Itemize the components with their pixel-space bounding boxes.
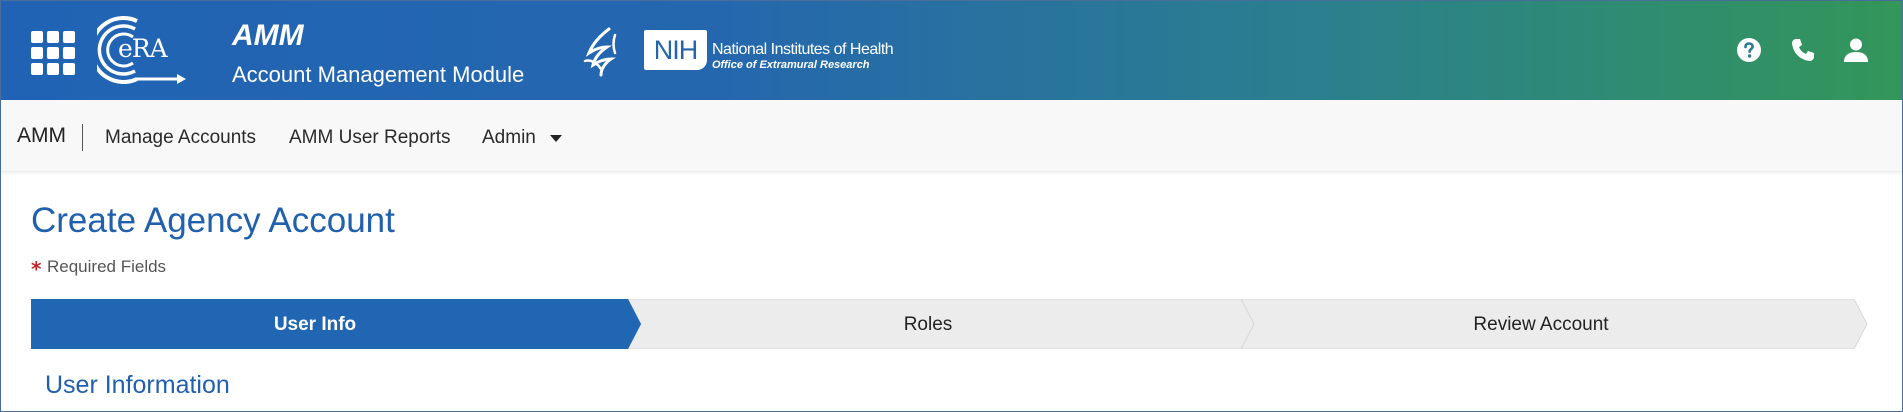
help-icon[interactable] bbox=[1736, 37, 1762, 63]
nih-name: National Institutes of Health bbox=[712, 41, 894, 58]
apps-grid-icon[interactable] bbox=[31, 31, 75, 75]
nav-item-admin[interactable]: Admin bbox=[482, 127, 536, 149]
step-roles[interactable]: Roles bbox=[904, 314, 953, 336]
nih-logo: NIH bbox=[644, 30, 707, 70]
phone-icon[interactable] bbox=[1790, 37, 1816, 63]
step-review-account[interactable]: Review Account bbox=[1473, 314, 1608, 336]
step-user-info[interactable]: User Info bbox=[274, 314, 356, 336]
wizard-stepper: User Info Roles Review Account bbox=[31, 299, 1869, 349]
app-title: AMM bbox=[232, 19, 304, 52]
era-logo-text: eRA bbox=[118, 34, 168, 63]
main-navbar: AMM Manage Accounts AMM User Reports Adm… bbox=[1, 100, 1902, 172]
nav-divider bbox=[82, 124, 83, 151]
user-icon[interactable] bbox=[1843, 37, 1869, 63]
required-asterisk-icon: * bbox=[31, 257, 42, 281]
page-title: Create Agency Account bbox=[31, 201, 395, 240]
hhs-eagle-icon bbox=[583, 27, 617, 77]
nih-office: Office of Extramural Research bbox=[712, 59, 870, 71]
section-title-user-information: User Information bbox=[45, 371, 230, 399]
nav-brand[interactable]: AMM bbox=[17, 124, 66, 148]
app-header: eRA AMM Account Management Module NIH Na… bbox=[1, 1, 1902, 100]
app-subtitle: Account Management Module bbox=[232, 62, 525, 87]
chevron-down-icon[interactable] bbox=[550, 135, 562, 142]
nav-item-manage-accounts[interactable]: Manage Accounts bbox=[105, 127, 256, 149]
nav-item-amm-user-reports[interactable]: AMM User Reports bbox=[289, 127, 451, 149]
required-fields-note: Required Fields bbox=[47, 257, 167, 276]
